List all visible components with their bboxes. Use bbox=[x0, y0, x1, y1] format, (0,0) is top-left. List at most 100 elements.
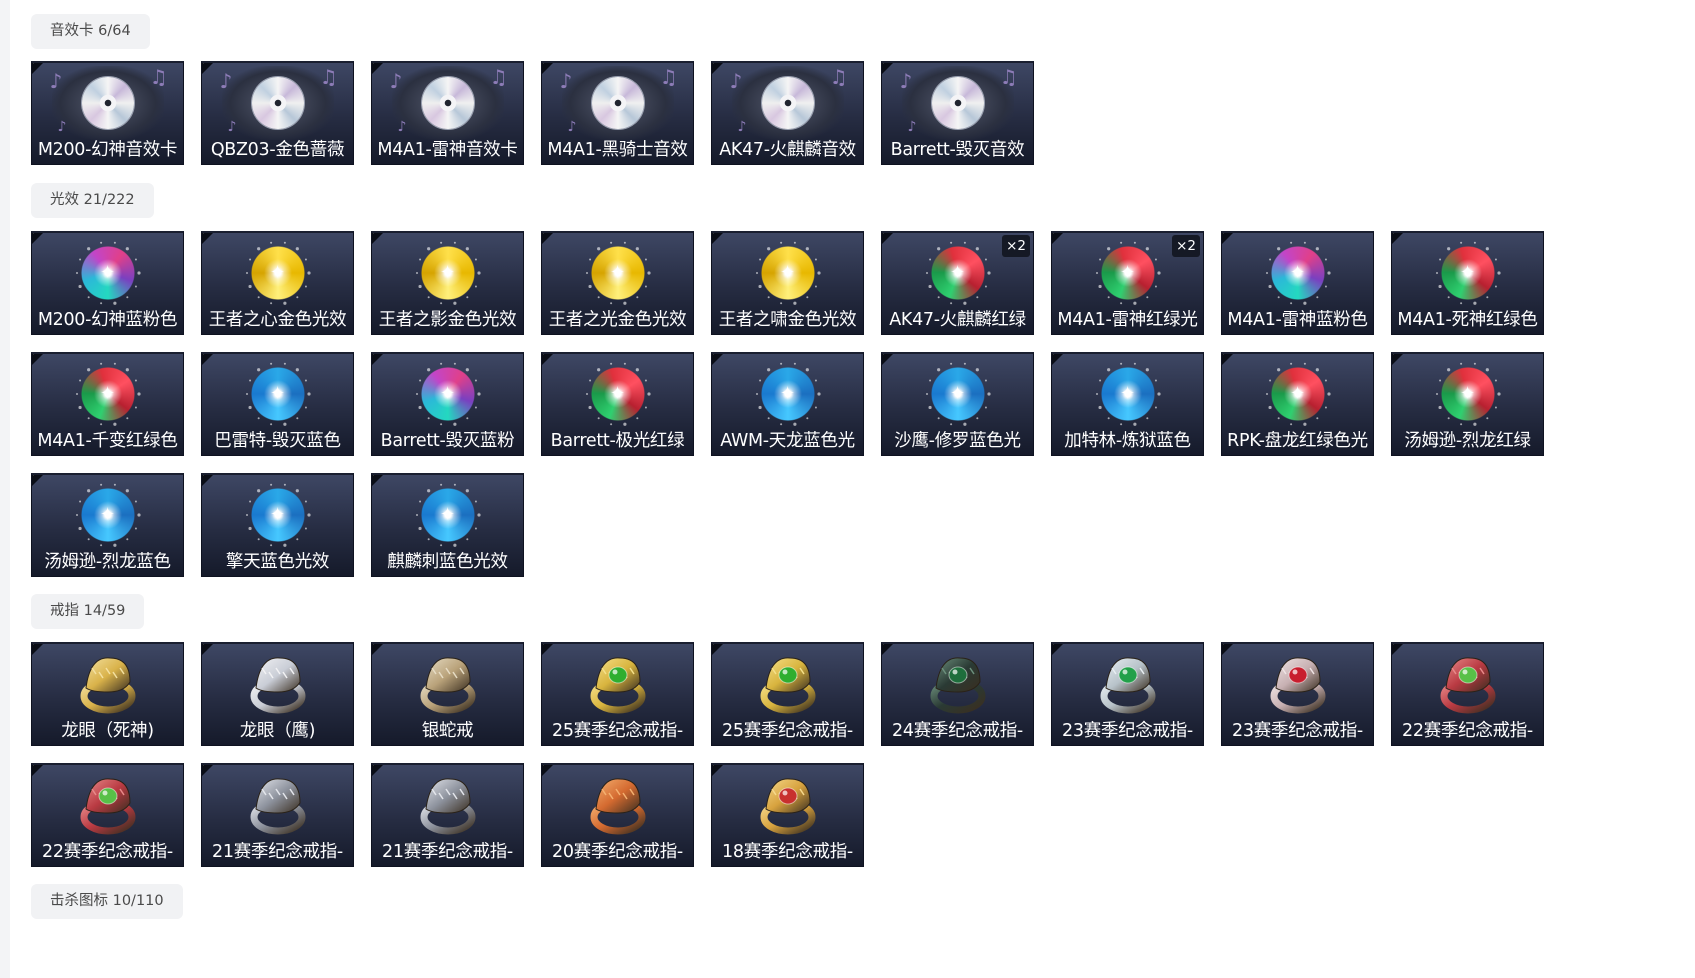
glow-item-tile[interactable]: ✦ AWM-天龙蓝色光 bbox=[711, 352, 864, 456]
item-icon: ✦ bbox=[1265, 241, 1331, 305]
green-gold-ring-icon bbox=[760, 657, 815, 714]
item-icon: ✦ bbox=[415, 362, 481, 426]
glow-item-tile[interactable]: ✦ 擎天蓝色光效 bbox=[201, 473, 354, 577]
item-label: 汤姆逊-烈龙红绿 bbox=[1404, 431, 1531, 451]
glow-orbit-dots bbox=[245, 362, 311, 426]
sound-card-art: ♪ ♫ ♪ bbox=[558, 65, 678, 141]
item-label: M4A1-雷神蓝粉色 bbox=[1227, 310, 1368, 330]
glow-item-tile[interactable]: ✦ ×2 M4A1-雷神红绿光 bbox=[1051, 231, 1204, 335]
ring-item-tile[interactable]: 24赛季纪念戒指- bbox=[881, 642, 1034, 746]
glow-wrap: ✦ bbox=[1435, 241, 1501, 305]
item-label: M4A1-死神红绿色 bbox=[1397, 310, 1538, 330]
tiger-ring-icon bbox=[250, 778, 305, 835]
item-icon bbox=[68, 769, 148, 841]
music-note-icon: ♫ bbox=[999, 65, 1018, 89]
item-label: 22赛季纪念戒指- bbox=[1402, 721, 1533, 741]
cd-disc-icon bbox=[931, 77, 984, 129]
ring-item-tile[interactable]: 银蛇戒 bbox=[371, 642, 524, 746]
glow-item-tile[interactable]: ✦ Barrett-极光红绿 bbox=[541, 352, 694, 456]
sound-item-tile[interactable]: ♪ ♫ ♪ M4A1-黑骑士音效 bbox=[541, 61, 694, 165]
corner-marker bbox=[1052, 644, 1065, 656]
corner-marker bbox=[372, 233, 385, 245]
glow-item-tile[interactable]: ✦ 汤姆逊-烈龙红绿 bbox=[1391, 352, 1544, 456]
ring-item-tile[interactable]: 23赛季纪念戒指- bbox=[1051, 642, 1204, 746]
sound-item-tile[interactable]: ♪ ♫ ♪ M200-幻神音效卡 bbox=[31, 61, 184, 165]
item-icon: ✦ bbox=[925, 241, 991, 305]
ring-item-tile[interactable]: 21赛季纪念戒指- bbox=[201, 763, 354, 867]
ring-item-tile[interactable]: 18赛季纪念戒指- bbox=[711, 763, 864, 867]
ring-item-tile[interactable]: 20赛季纪念戒指- bbox=[541, 763, 694, 867]
item-icon: ✦ bbox=[585, 241, 651, 305]
glow-wrap: ✦ bbox=[585, 362, 651, 426]
corner-marker bbox=[542, 354, 555, 366]
sound-item-tile[interactable]: ♪ ♫ ♪ QBZ03-金色蔷薇 bbox=[201, 61, 354, 165]
glow-orbit-dots bbox=[1095, 241, 1161, 305]
ring-item-tile[interactable]: 22赛季纪念戒指- bbox=[31, 763, 184, 867]
glow-wrap: ✦ bbox=[245, 241, 311, 305]
section-header-pill: 戒指 14/59 bbox=[31, 594, 145, 629]
snake-ring-icon bbox=[420, 657, 475, 714]
glow-item-tile[interactable]: ✦ 沙鹰-修罗蓝色光 bbox=[881, 352, 1034, 456]
glow-item-tile[interactable]: ✦ Barrett-毁灭蓝粉 bbox=[371, 352, 524, 456]
ring-item-tile[interactable]: 22赛季纪念戒指- bbox=[1391, 642, 1544, 746]
glow-item-tile[interactable]: ✦ M200-幻神蓝粉色 bbox=[31, 231, 184, 335]
item-label: 王者之啸金色光效 bbox=[718, 310, 857, 330]
sound-item-tile[interactable]: ♪ ♫ ♪ AK47-火麒麟音效 bbox=[711, 61, 864, 165]
glow-wrap: ✦ bbox=[1095, 241, 1161, 305]
glow-item-tile[interactable]: ✦ 麒麟刺蓝色光效 bbox=[371, 473, 524, 577]
item-icon: ✦ bbox=[415, 241, 481, 305]
glow-wrap: ✦ bbox=[415, 241, 481, 305]
glow-orbit-dots bbox=[415, 483, 481, 547]
item-label: M200-幻神音效卡 bbox=[37, 140, 178, 160]
glow-item-tile[interactable]: ✦ 王者之光金色光效 bbox=[541, 231, 694, 335]
sound-item-tile[interactable]: ♪ ♫ ♪ M4A1-雷神音效卡 bbox=[371, 61, 524, 165]
glow-item-tile[interactable]: ✦ 王者之啸金色光效 bbox=[711, 231, 864, 335]
glow-item-tile[interactable]: ✦ ×2 AK47-火麒麟红绿 bbox=[881, 231, 1034, 335]
cd-disc-icon bbox=[591, 77, 644, 129]
item-icon bbox=[238, 648, 318, 720]
glow-item-tile[interactable]: ✦ M4A1-千变红绿色 bbox=[31, 352, 184, 456]
sound-card-art: ♪ ♫ ♪ bbox=[728, 65, 848, 141]
item-label: 王者之心金色光效 bbox=[208, 310, 347, 330]
glow-orbit-dots bbox=[1265, 362, 1331, 426]
glow-item-tile[interactable]: ✦ M4A1-死神红绿色 bbox=[1391, 231, 1544, 335]
ring-item-tile[interactable]: 龙眼（鹰) bbox=[201, 642, 354, 746]
corner-marker bbox=[32, 233, 45, 245]
ring-item-tile[interactable]: 25赛季纪念戒指- bbox=[711, 642, 864, 746]
glow-item-tile[interactable]: ✦ 加特林-炼狱蓝色 bbox=[1051, 352, 1204, 456]
item-icon: ✦ bbox=[1095, 362, 1161, 426]
ring-item-tile[interactable]: 21赛季纪念戒指- bbox=[371, 763, 524, 867]
sound-item-tile[interactable]: ♪ ♫ ♪ Barrett-毁灭音效 bbox=[881, 61, 1034, 165]
glow-item-tile[interactable]: ✦ 王者之影金色光效 bbox=[371, 231, 524, 335]
glow-item-tile[interactable]: ✦ 汤姆逊-烈龙蓝色 bbox=[31, 473, 184, 577]
item-label: 银蛇戒 bbox=[421, 721, 474, 741]
glow-item-tile[interactable]: ✦ 王者之心金色光效 bbox=[201, 231, 354, 335]
glow-wrap: ✦ bbox=[245, 483, 311, 547]
music-note-icon: ♪ bbox=[397, 119, 407, 135]
dark-green-ring-icon bbox=[930, 657, 985, 714]
item-label: 汤姆逊-烈龙蓝色 bbox=[44, 552, 171, 572]
music-note-icon: ♪ bbox=[907, 119, 917, 135]
ring-item-tile[interactable]: 龙眼（死神) bbox=[31, 642, 184, 746]
glow-item-tile[interactable]: ✦ M4A1-雷神蓝粉色 bbox=[1221, 231, 1374, 335]
item-label: Barrett-极光红绿 bbox=[550, 431, 685, 451]
glow-orbit-dots bbox=[75, 483, 141, 547]
glow-item-tile[interactable]: ✦ RPK-盘龙红绿色光 bbox=[1221, 352, 1374, 456]
glow-wrap: ✦ bbox=[1435, 362, 1501, 426]
corner-marker bbox=[542, 765, 555, 777]
item-label: AWM-天龙蓝色光 bbox=[720, 431, 855, 451]
item-icon: ✦ bbox=[75, 483, 141, 547]
corner-marker bbox=[372, 63, 385, 75]
item-icon: ✦ bbox=[1435, 241, 1501, 305]
corner-marker bbox=[372, 354, 385, 366]
glow-orbit-dots bbox=[75, 362, 141, 426]
glow-wrap: ✦ bbox=[1265, 362, 1331, 426]
ring-item-tile[interactable]: 25赛季纪念戒指- bbox=[541, 642, 694, 746]
item-icon bbox=[578, 648, 658, 720]
glow-orbit-dots bbox=[245, 483, 311, 547]
glow-item-tile[interactable]: ✦ 巴雷特-毁灭蓝色 bbox=[201, 352, 354, 456]
item-label: M4A1-黑骑士音效 bbox=[547, 140, 688, 160]
quantity-badge: ×2 bbox=[1002, 235, 1030, 257]
ring-item-tile[interactable]: 23赛季纪念戒指- bbox=[1221, 642, 1374, 746]
item-icon: ✦ bbox=[75, 362, 141, 426]
